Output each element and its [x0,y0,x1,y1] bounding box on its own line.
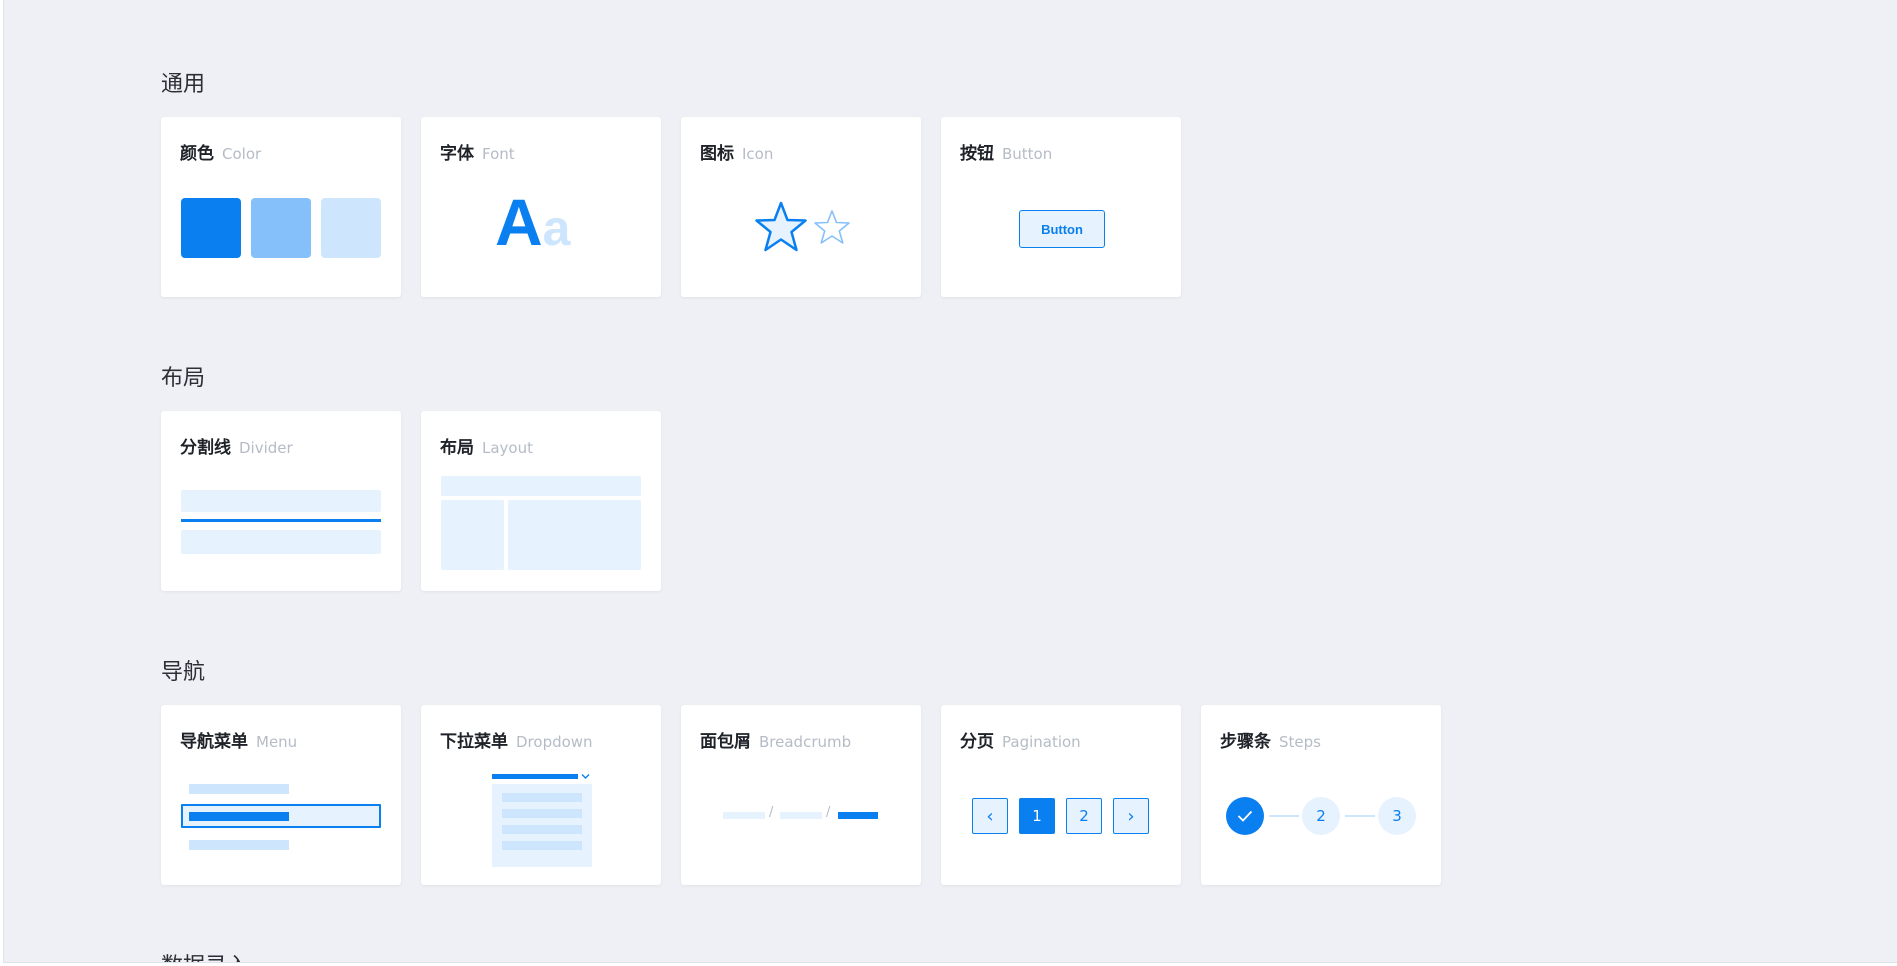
step-connector [1269,815,1299,817]
step-3: 3 [1378,797,1416,835]
divider-block-top [181,490,381,512]
pagination-next-button[interactable]: › [1113,798,1149,834]
menu-item-active-bar [189,812,289,821]
breadcrumb-item [723,812,765,819]
section-title-navigation: 导航 [161,660,206,685]
step-connector [1345,815,1375,817]
font-sample-big: A [495,185,543,259]
card-font[interactable]: 字体 Font Aa [421,117,661,297]
dropdown-option [502,809,582,818]
card-title: 分页 [960,732,994,752]
dropdown-option [502,841,582,850]
dropdown-trigger-bar [492,774,578,779]
card-title: 面包屑 [700,732,751,752]
section-title-layout: 布局 [161,366,206,391]
pagination-page-2[interactable]: 2 [1066,798,1102,834]
card-subtitle: Steps [1279,733,1321,751]
card-title: 导航菜单 [180,732,248,752]
chevron-down-icon [581,774,590,779]
card-subtitle: Color [222,145,262,163]
card-subtitle: Dropdown [516,733,593,751]
card-divider[interactable]: 分割线 Divider [161,411,401,591]
card-layout[interactable]: 布局 Layout [421,411,661,591]
card-title: 颜色 [180,144,214,164]
section-title-general: 通用 [161,72,206,97]
color-swatch-light [321,198,381,258]
card-title: 图标 [700,144,734,164]
star-outline-small-icon [814,210,850,244]
card-title: 字体 [440,144,474,164]
card-subtitle: Menu [256,733,298,751]
menu-item-placeholder [189,784,289,794]
dropdown-option [502,793,582,802]
pagination-prev-button[interactable]: ‹ [972,798,1008,834]
card-subtitle: Breadcrumb [759,733,852,751]
card-color[interactable]: 颜色 Color [161,117,401,297]
card-dropdown[interactable]: 下拉菜单 Dropdown [421,705,661,885]
layout-sider-block [441,500,504,570]
divider-line [181,519,381,522]
pagination-page-1[interactable]: 1 [1019,798,1055,834]
card-subtitle: Pagination [1002,733,1081,751]
card-title: 布局 [440,438,474,458]
card-title: 按钮 [960,144,994,164]
divider-block-bottom [181,530,381,554]
card-title: 下拉菜单 [440,732,508,752]
color-swatch-mid [251,198,311,258]
step-2: 2 [1302,797,1340,835]
card-steps[interactable]: 步骤条 Steps 2 3 [1201,705,1441,885]
card-subtitle: Font [482,145,515,163]
breadcrumb-separator: / [769,805,774,820]
card-subtitle: Divider [239,439,293,457]
color-swatch-primary [181,198,241,258]
card-subtitle: Icon [742,145,774,163]
check-icon [1237,810,1253,822]
breadcrumb-item [780,812,822,819]
card-pagination[interactable]: 分页 Pagination ‹ 1 2 › [941,705,1181,885]
card-title: 步骤条 [1220,732,1271,752]
dropdown-option [502,825,582,834]
component-overview-page: 通用 颜色 Color 字体 Font Aa 图标 Icon 按钮 Button [3,0,1897,963]
font-sample-small: a [542,200,571,256]
menu-item-active [181,804,381,828]
card-button[interactable]: 按钮 Button Button [941,117,1181,297]
star-outline-icon [755,201,807,252]
card-title: 分割线 [180,438,231,458]
font-sample: Aa [495,189,570,255]
card-subtitle: Layout [482,439,533,457]
card-menu[interactable]: 导航菜单 Menu [161,705,401,885]
breadcrumb-item-active [838,812,878,819]
menu-item-placeholder [189,840,289,850]
breadcrumb-separator: / [826,805,831,820]
step-1-done [1226,797,1264,835]
dropdown-panel [492,784,592,867]
demo-button[interactable]: Button [1019,210,1105,248]
layout-content-block [508,500,641,570]
layout-header-block [441,476,641,496]
card-icon[interactable]: 图标 Icon [681,117,921,297]
card-subtitle: Button [1002,145,1053,163]
card-breadcrumb[interactable]: 面包屑 Breadcrumb / / [681,705,921,885]
section-title-data-entry: 数据录入 [161,948,249,962]
